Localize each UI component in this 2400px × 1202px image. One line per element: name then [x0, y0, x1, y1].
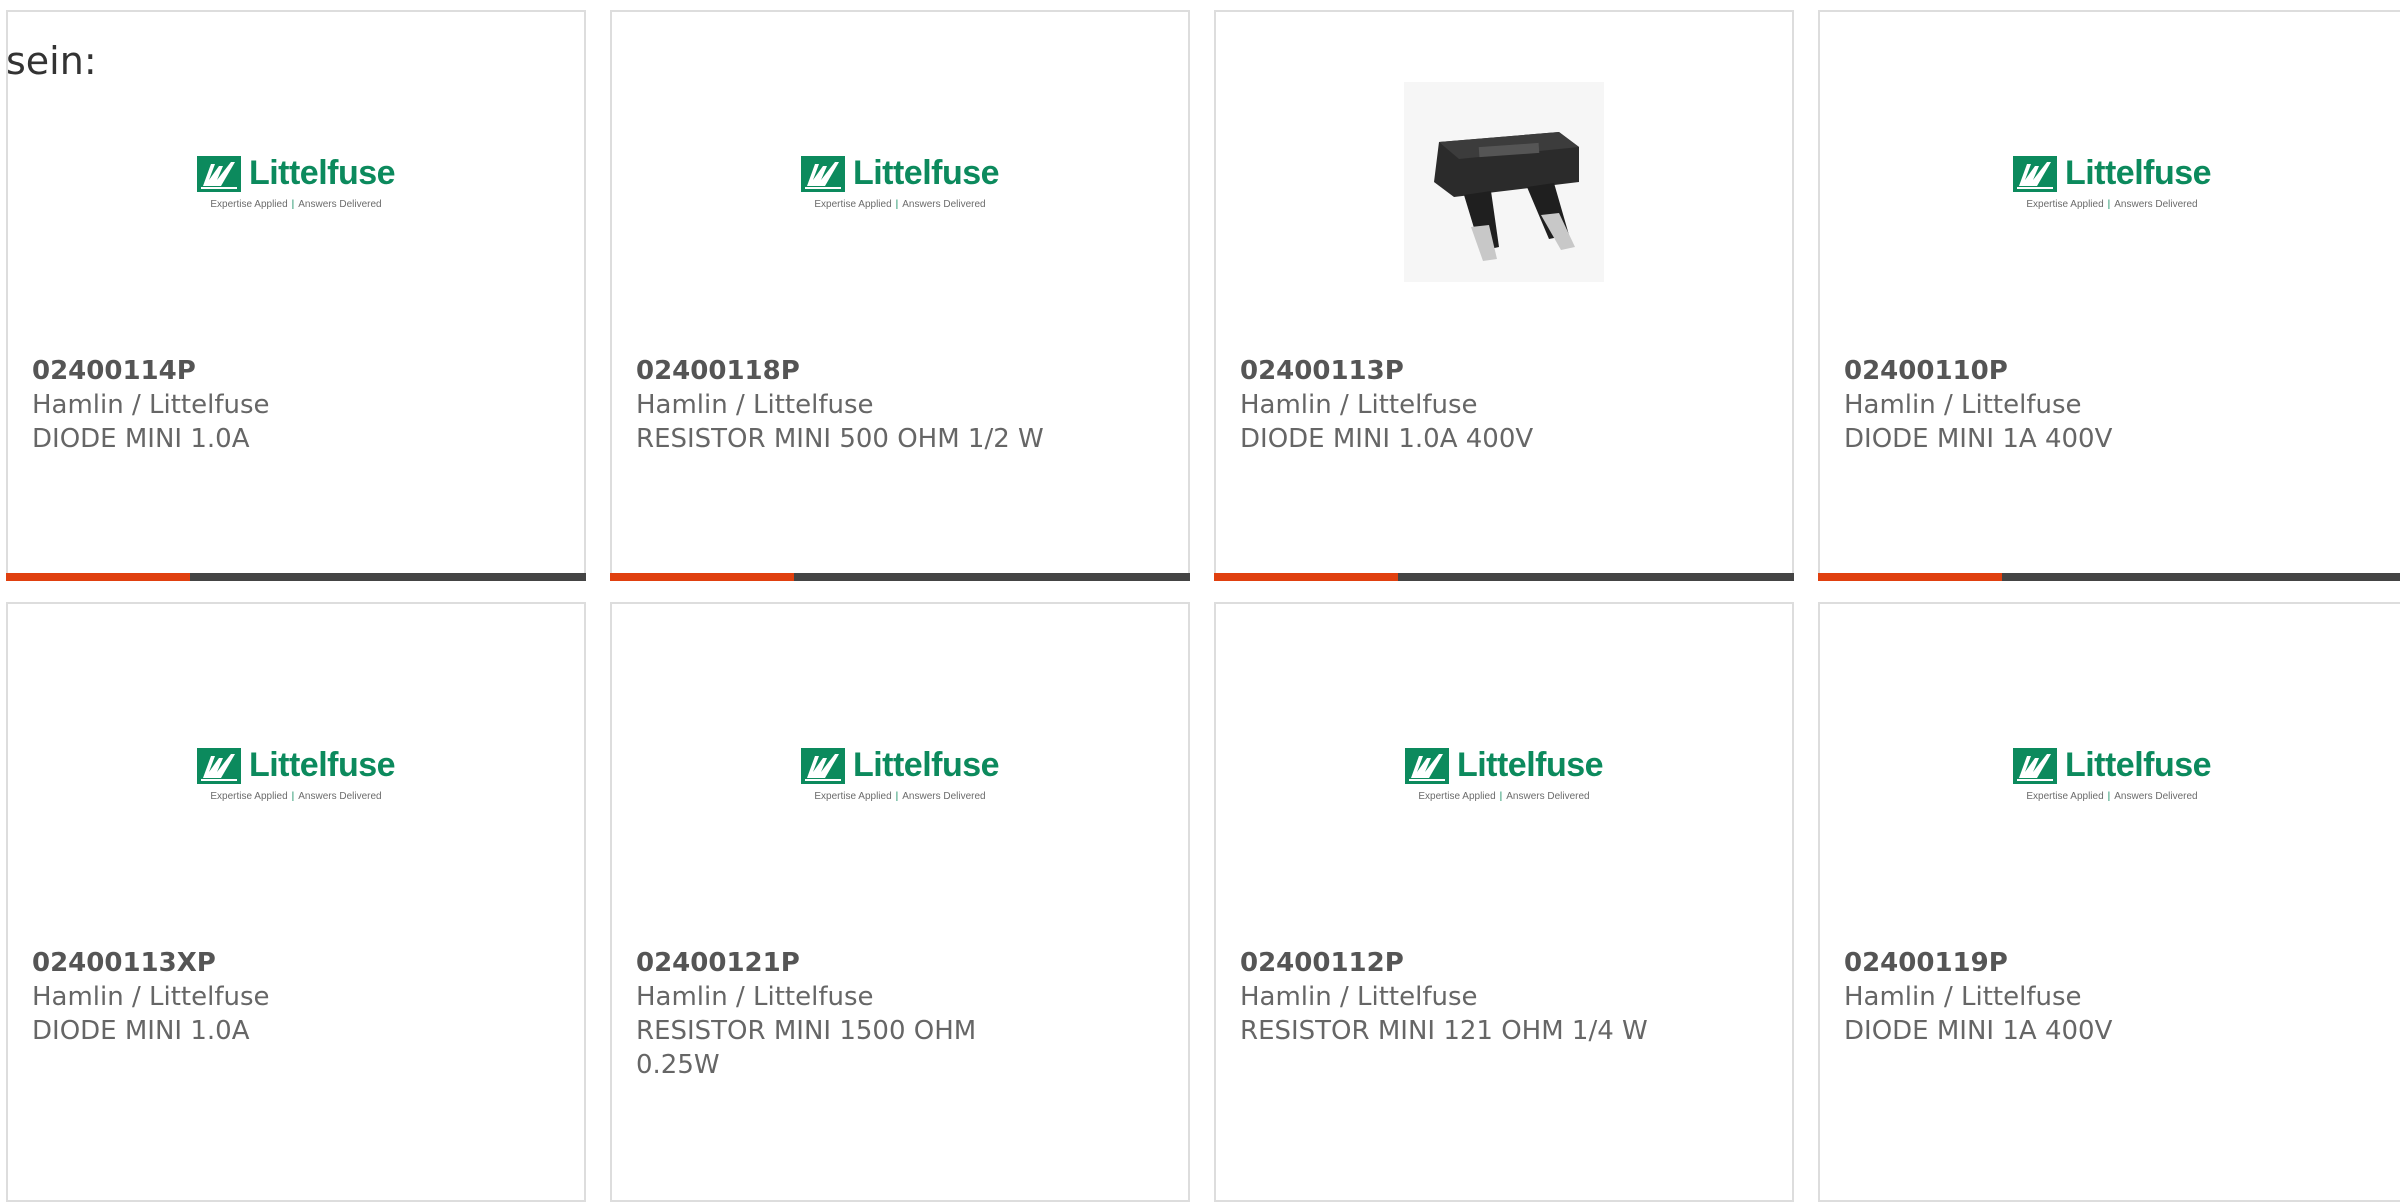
littelfuse-mark-icon [2012, 747, 2057, 784]
manufacturer: Hamlin / Littelfuse [636, 982, 874, 1012]
manufacturer: Hamlin / Littelfuse [1240, 390, 1478, 420]
card-footer-bar [1214, 573, 1794, 581]
product-info: 02400119P Hamlin / Littelfuse DIODE MINI… [1844, 946, 2264, 1048]
product-info: 02400121P Hamlin / Littelfuse RESISTOR M… [636, 946, 996, 1082]
logo-wordmark: Littelfuse [248, 154, 396, 192]
part-number-link[interactable]: 02400114P [32, 354, 452, 388]
product-thumbnail[interactable]: Littelfuse Expertise Applied | Answers Del… [8, 72, 584, 292]
manufacturer: Hamlin / Littelfuse [1240, 982, 1478, 1012]
logo-wordmark: Littelfuse [2064, 746, 2212, 784]
product-card[interactable]: Littelfuse Expertise Applied | Answers Del… [1818, 10, 2400, 581]
description: DIODE MINI 1.0A 400V [1240, 424, 1534, 454]
manufacturer: Hamlin / Littelfuse [1844, 982, 2082, 1012]
product-card[interactable]: 02400113P Hamlin / Littelfuse DIODE MINI… [1214, 10, 1794, 581]
littelfuse-logo: Littelfuse Expertise Applied | Answers Del… [196, 746, 396, 802]
logo-wordmark: Littelfuse [1456, 746, 1604, 784]
description: RESISTOR MINI 121 OHM 1/4 W [1240, 1016, 1648, 1046]
product-thumbnail[interactable] [1216, 72, 1792, 292]
littelfuse-mark-icon [2012, 155, 2057, 192]
manufacturer: Hamlin / Littelfuse [636, 390, 874, 420]
card-accent [1818, 573, 2002, 581]
littelfuse-logo: Littelfuse Expertise Applied | Answers Del… [2012, 746, 2212, 802]
littelfuse-mark-icon [800, 155, 845, 192]
manufacturer: Hamlin / Littelfuse [32, 390, 270, 420]
manufacturer: Hamlin / Littelfuse [32, 982, 270, 1012]
littelfuse-mark-icon [196, 747, 241, 784]
product-card[interactable]: Littelfuse Expertise Applied | Answers Del… [6, 10, 586, 581]
logo-tagline: Expertise Applied | Answers Delivered [2026, 199, 2198, 210]
littelfuse-logo: Littelfuse Expertise Applied | Answers Del… [196, 154, 396, 210]
card-footer-bar [1818, 573, 2400, 581]
part-number-link[interactable]: 02400121P [636, 946, 996, 980]
product-card[interactable]: Littelfuse Expertise Applied | Answers Del… [1214, 602, 1794, 1202]
description: RESISTOR MINI 1500 OHM 0.25W [636, 1016, 977, 1080]
product-info: 02400110P Hamlin / Littelfuse DIODE MINI… [1844, 354, 2264, 456]
product-info: 02400118P Hamlin / Littelfuse RESISTOR M… [636, 354, 1056, 456]
product-thumbnail[interactable]: Littelfuse Expertise Applied | Answers Del… [612, 72, 1188, 292]
logo-tagline: Expertise Applied | Answers Delivered [2026, 791, 2198, 802]
product-grid: Littelfuse Expertise Applied | Answers Del… [6, 10, 2400, 1202]
product-thumbnail[interactable]: Littelfuse Expertise Applied | Answers Del… [1820, 664, 2400, 884]
card-footer-bar [610, 573, 1190, 581]
description: DIODE MINI 1.0A [32, 1016, 250, 1046]
littelfuse-logo: Littelfuse Expertise Applied | Answers Del… [800, 154, 1000, 210]
part-number-link[interactable]: 02400113XP [32, 946, 452, 980]
product-info: 02400113P Hamlin / Littelfuse DIODE MINI… [1240, 354, 1660, 456]
jumper-component-icon [1434, 132, 1579, 261]
product-thumbnail[interactable]: Littelfuse Expertise Applied | Answers Del… [1216, 664, 1792, 884]
product-thumbnail[interactable]: Littelfuse Expertise Applied | Answers Del… [8, 664, 584, 884]
product-info: 02400113XP Hamlin / Littelfuse DIODE MIN… [32, 946, 452, 1048]
product-info: 02400112P Hamlin / Littelfuse RESISTOR M… [1240, 946, 1660, 1048]
product-info: 02400114P Hamlin / Littelfuse DIODE MINI… [32, 354, 452, 456]
product-card[interactable]: Littelfuse Expertise Applied | Answers Del… [610, 602, 1190, 1202]
card-accent [1214, 573, 1398, 581]
part-number-link[interactable]: 02400110P [1844, 354, 2264, 388]
card-accent [610, 573, 794, 581]
description: DIODE MINI 1A 400V [1844, 424, 2113, 454]
description: DIODE MINI 1A 400V [1844, 1016, 2113, 1046]
part-number-link[interactable]: 02400113P [1240, 354, 1660, 388]
littelfuse-mark-icon [800, 747, 845, 784]
card-footer-bar [6, 573, 586, 581]
description: RESISTOR MINI 500 OHM 1/2 W [636, 424, 1044, 454]
product-card[interactable]: Littelfuse Expertise Applied | Answers Del… [6, 602, 586, 1202]
intro-text: sein: [6, 39, 97, 83]
logo-tagline: Expertise Applied | Answers Delivered [1418, 791, 1590, 802]
product-thumbnail[interactable]: Littelfuse Expertise Applied | Answers Del… [1820, 72, 2400, 292]
littelfuse-logo: Littelfuse Expertise Applied | Answers Del… [2012, 154, 2212, 210]
component-photo [1404, 82, 1604, 282]
part-number-link[interactable]: 02400119P [1844, 946, 2264, 980]
part-number-link[interactable]: 02400118P [636, 354, 1056, 388]
logo-wordmark: Littelfuse [2064, 154, 2212, 192]
logo-tagline: Expertise Applied | Answers Delivered [210, 791, 382, 802]
littelfuse-logo: Littelfuse Expertise Applied | Answers Del… [1404, 746, 1604, 802]
part-number-link[interactable]: 02400112P [1240, 946, 1660, 980]
littelfuse-mark-icon [1404, 747, 1449, 784]
logo-tagline: Expertise Applied | Answers Delivered [814, 199, 986, 210]
littelfuse-mark-icon [196, 155, 241, 192]
logo-tagline: Expertise Applied | Answers Delivered [210, 199, 382, 210]
logo-wordmark: Littelfuse [852, 154, 1000, 192]
card-accent [6, 573, 190, 581]
product-thumbnail[interactable]: Littelfuse Expertise Applied | Answers Del… [612, 664, 1188, 884]
product-card[interactable]: Littelfuse Expertise Applied | Answers Del… [610, 10, 1190, 581]
description: DIODE MINI 1.0A [32, 424, 250, 454]
product-card[interactable]: Littelfuse Expertise Applied | Answers Del… [1818, 602, 2400, 1202]
logo-wordmark: Littelfuse [248, 746, 396, 784]
manufacturer: Hamlin / Littelfuse [1844, 390, 2082, 420]
logo-wordmark: Littelfuse [852, 746, 1000, 784]
littelfuse-logo: Littelfuse Expertise Applied | Answers Del… [800, 746, 1000, 802]
logo-tagline: Expertise Applied | Answers Delivered [814, 791, 986, 802]
